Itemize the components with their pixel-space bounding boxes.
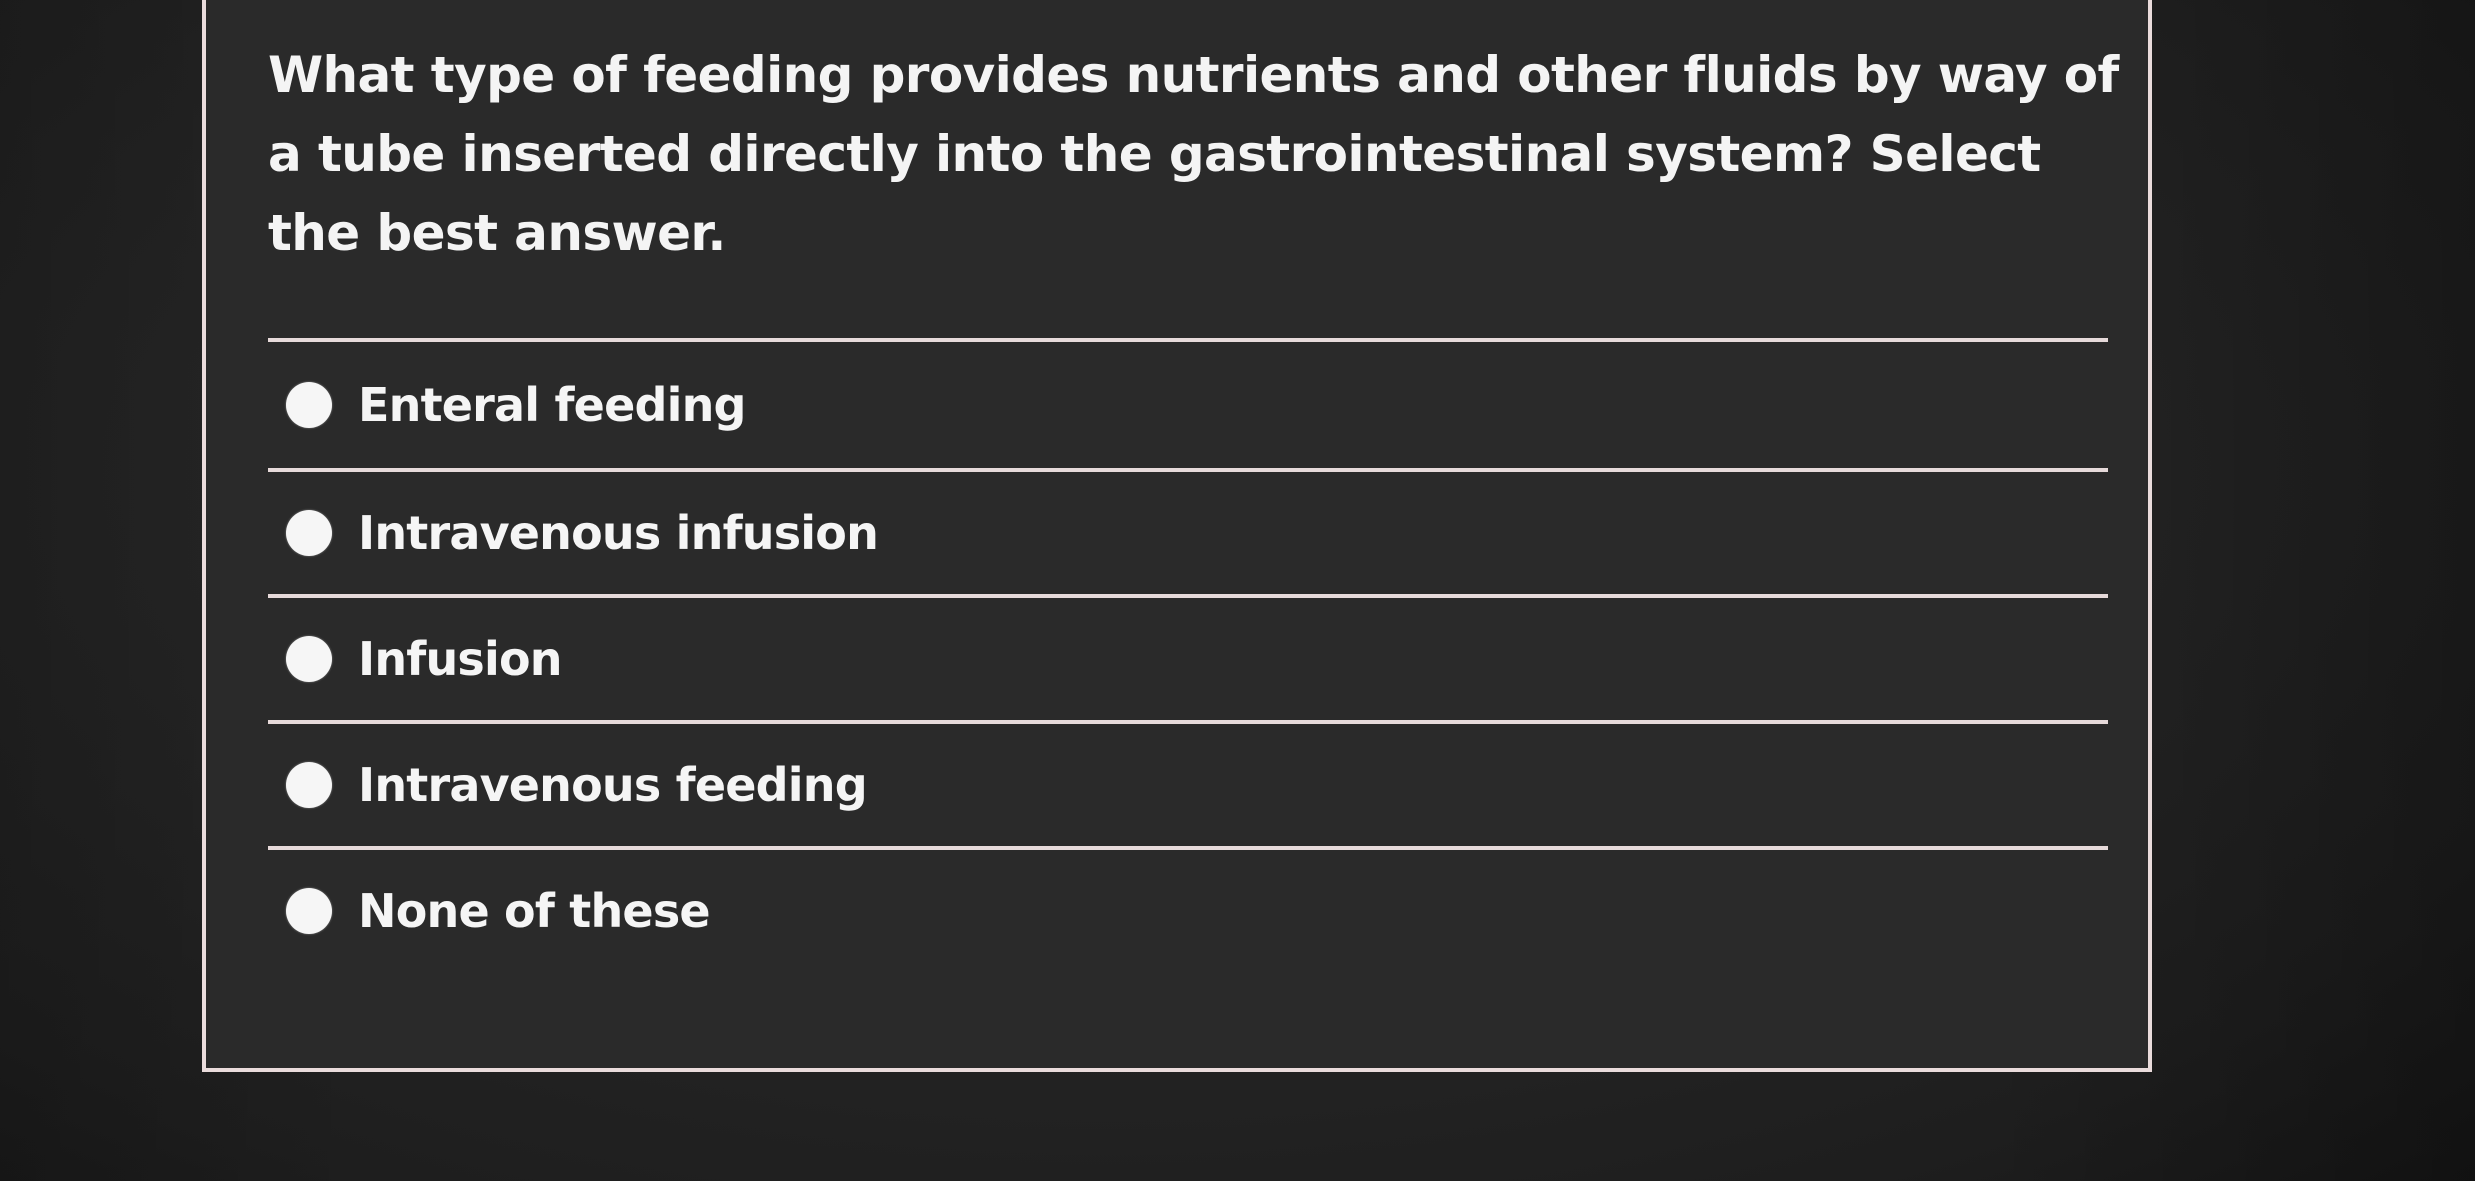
option-label: Intravenous infusion xyxy=(358,506,879,560)
option-infusion[interactable]: Infusion xyxy=(268,594,2108,720)
option-label: Enteral feeding xyxy=(358,378,746,432)
option-intravenous-infusion[interactable]: Intravenous infusion xyxy=(268,468,2108,594)
radio-button[interactable] xyxy=(286,510,332,556)
option-label: Intravenous feeding xyxy=(358,758,868,812)
option-label: Infusion xyxy=(358,632,563,686)
option-intravenous-feeding[interactable]: Intravenous feeding xyxy=(268,720,2108,846)
radio-button[interactable] xyxy=(286,762,332,808)
radio-button[interactable] xyxy=(286,382,332,428)
question-text: What type of feeding provides nutrients … xyxy=(268,46,2119,262)
option-label: None of these xyxy=(358,884,711,938)
question-card: What type of feeding provides nutrients … xyxy=(202,0,2152,1072)
option-enteral-feeding[interactable]: Enteral feeding xyxy=(268,338,2108,468)
answer-options: Enteral feeding Intravenous infusion Inf… xyxy=(268,338,2108,972)
option-none-of-these[interactable]: None of these xyxy=(268,846,2108,972)
radio-button[interactable] xyxy=(286,888,332,934)
radio-button[interactable] xyxy=(286,636,332,682)
